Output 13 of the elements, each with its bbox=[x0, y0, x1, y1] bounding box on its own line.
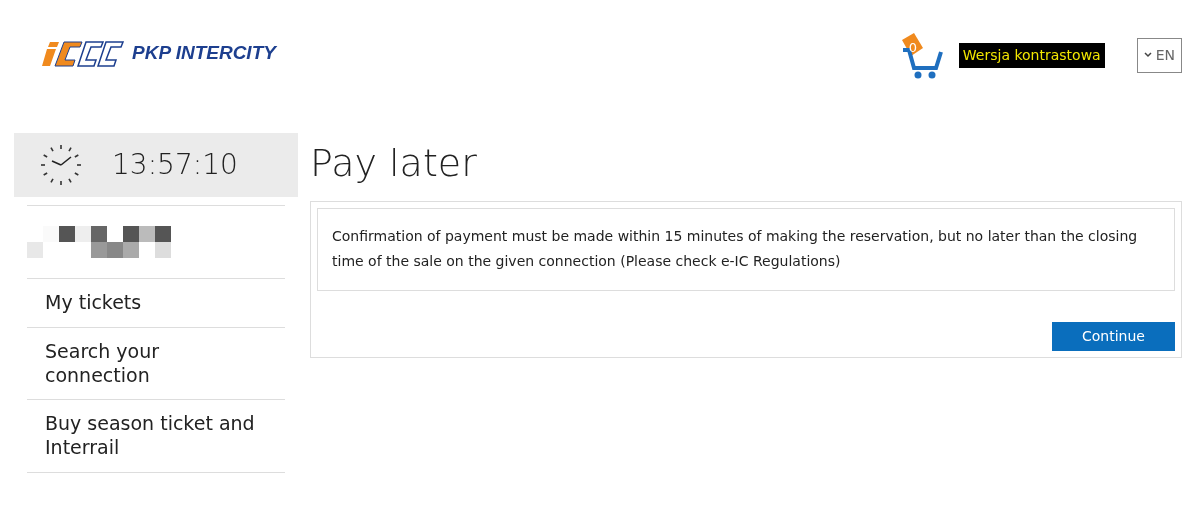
clock-time: 13:57:10 bbox=[112, 147, 238, 183]
caret-icon bbox=[1143, 52, 1152, 58]
cart-count: 0 bbox=[908, 39, 918, 57]
sidebar-item[interactable]: Buy season ticket and Interrail bbox=[27, 399, 285, 472]
page-title: Pay later bbox=[310, 141, 478, 187]
sidebar-item[interactable]: Search your connection bbox=[27, 326, 285, 400]
logo-text: PKP INTERCITY bbox=[132, 40, 276, 65]
info-message: Confirmation of payment must be made within 15 minutes of making the reservation, but no later than the closing time of the sale on the given connection (Please check e-IC Regulations) bbox=[317, 207, 1175, 292]
continue-button[interactable]: Continue bbox=[1052, 322, 1175, 352]
contrast-link[interactable]: Wersja kontrastowa bbox=[958, 42, 1105, 68]
language-dropdown[interactable]: EN bbox=[1136, 37, 1182, 73]
logo-icon bbox=[42, 38, 124, 68]
sidebar-item[interactable]: My tickets bbox=[27, 278, 285, 327]
